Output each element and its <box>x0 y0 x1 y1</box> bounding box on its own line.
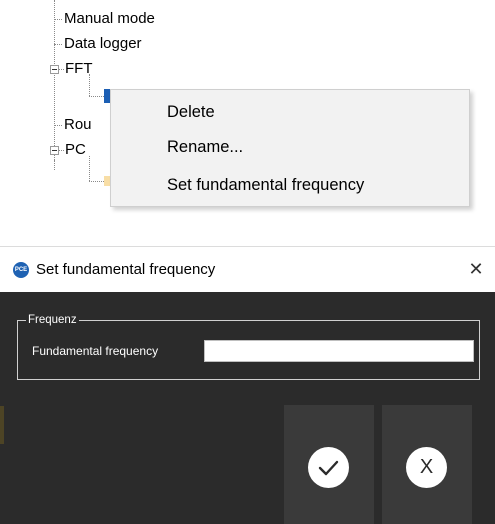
set-frequency-dialog: PCE Set fundamental frequency ✕ Frequenz… <box>0 246 495 524</box>
tree-item-manual-mode[interactable]: Manual mode <box>64 9 155 29</box>
tree-connector <box>89 156 90 181</box>
cancel-button[interactable]: X <box>382 405 472 524</box>
groupbox-label: Frequenz <box>26 312 79 328</box>
tree-connector <box>89 96 104 97</box>
menu-item-rename[interactable]: Rename... <box>111 132 469 162</box>
ok-button[interactable] <box>284 405 374 524</box>
tree-connector <box>54 44 62 45</box>
checkmark-icon <box>308 447 349 488</box>
menu-item-set-fundamental-frequency[interactable]: Set fundamental frequency <box>111 170 469 200</box>
tree-item-label: Rou <box>64 116 92 133</box>
context-menu: Delete Rename... Set fundamental frequen… <box>110 89 470 207</box>
app-logo-icon: PCE <box>13 262 29 278</box>
tree-item-label: Data logger <box>64 35 142 52</box>
tree-connector <box>59 150 64 151</box>
tree-item-data-logger[interactable]: Data logger <box>64 34 142 54</box>
tree-connector <box>59 69 64 70</box>
cancel-x-icon: X <box>406 447 447 488</box>
tree-connector <box>54 125 62 126</box>
tree-item-label: Manual mode <box>64 10 155 27</box>
tree-item-rou[interactable]: Rou <box>64 115 92 135</box>
tree-item-pc[interactable]: PC <box>65 140 86 160</box>
tree-connector <box>54 19 62 20</box>
tree-connector <box>54 160 55 170</box>
close-icon[interactable]: ✕ <box>465 258 487 280</box>
dialog-title: Set fundamental frequency <box>36 261 216 278</box>
fundamental-frequency-label: Fundamental frequency <box>32 344 159 358</box>
menu-item-delete[interactable]: Delete <box>111 97 469 127</box>
background-edge <box>0 406 4 444</box>
tree-connector <box>54 0 55 160</box>
fundamental-frequency-input[interactable] <box>204 340 474 362</box>
dialog-titlebar: PCE Set fundamental frequency ✕ <box>0 246 495 292</box>
tree-item-label: PC <box>65 141 86 158</box>
tree-connector <box>89 74 90 96</box>
expand-minus-icon[interactable] <box>50 65 59 74</box>
tree-connector <box>89 181 104 182</box>
expand-minus-icon[interactable] <box>50 146 59 155</box>
cancel-x-glyph: X <box>419 456 434 478</box>
